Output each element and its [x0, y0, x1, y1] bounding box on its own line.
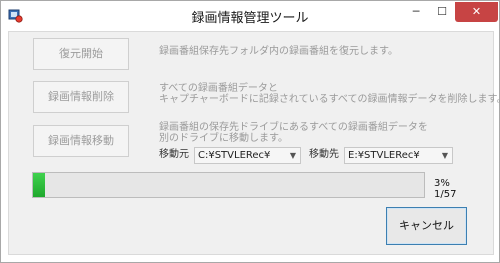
chevron-down-icon: ▼	[441, 151, 449, 160]
delete-description-line-1: すべての録画番組データと	[159, 83, 278, 94]
progress-percent: 3%	[434, 178, 450, 189]
source-drive-value: C:¥STVLERec¥	[198, 150, 271, 161]
source-drive-select[interactable]: C:¥STVLERec¥ ▼	[194, 147, 301, 164]
move-info-button[interactable]: 録画情報移動	[33, 125, 129, 157]
delete-description-line-2: キャプチャーボードに記録されているすべての録画情報データを削除します。	[159, 94, 500, 105]
destination-label: 移動先	[309, 149, 339, 160]
restore-start-button[interactable]: 復元開始	[33, 38, 129, 70]
move-description-line-1: 録画番組の保存先ドライブにあるすべての録画番組データを	[159, 122, 428, 133]
client-area: 復元開始 録画番組保存先フォルダ内の録画番組を復元します。 録画情報削除 すべて…	[8, 31, 500, 255]
move-description-line-2: 別のドライブに移動します。	[159, 133, 288, 144]
restore-description: 録画番組保存先フォルダ内の録画番組を復元します。	[159, 46, 398, 57]
cancel-button[interactable]: キャンセル	[386, 207, 467, 245]
delete-info-button[interactable]: 録画情報削除	[33, 81, 129, 113]
minimize-button[interactable]: ─	[403, 2, 429, 22]
maximize-button[interactable]: ☐	[429, 2, 455, 22]
chevron-down-icon: ▼	[289, 151, 297, 160]
app-window: 録画情報管理ツール ─ ☐ ✕ 復元開始 録画番組保存先フォルダ内の録画番組を復…	[0, 0, 500, 263]
progress-count: 1/57	[434, 189, 457, 200]
destination-drive-value: E:¥STVLERec¥	[348, 150, 420, 161]
progress-fill	[33, 173, 45, 197]
progress-bar	[32, 172, 425, 198]
source-label: 移動元	[159, 149, 189, 160]
title-bar: 録画情報管理ツール ─ ☐ ✕	[1, 1, 499, 31]
close-button[interactable]: ✕	[455, 2, 498, 22]
destination-drive-select[interactable]: E:¥STVLERec¥ ▼	[344, 147, 453, 164]
